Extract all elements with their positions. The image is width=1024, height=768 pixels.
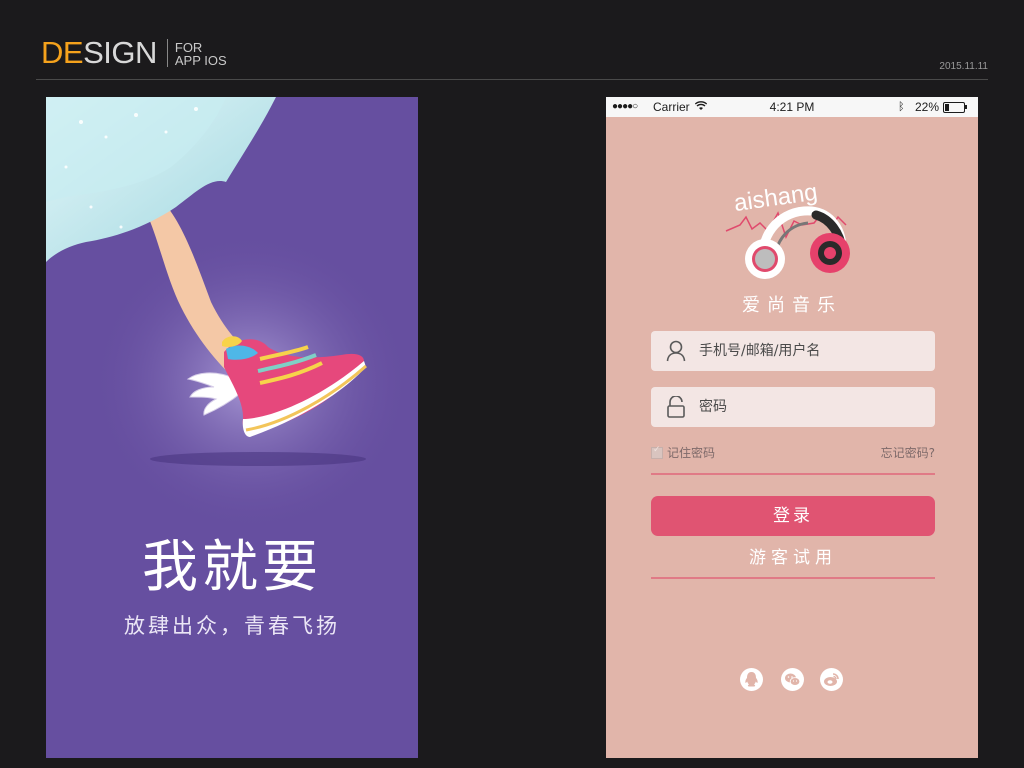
login-button[interactable]: 登录	[651, 496, 935, 536]
shoe-shadow	[150, 452, 366, 466]
social-login-bar	[606, 668, 978, 692]
bluetooth-icon: ᛒ	[898, 101, 905, 113]
user-icon	[666, 340, 686, 362]
username-field[interactable]: 手机号/邮箱/用户名	[651, 331, 935, 371]
brand-app-ios: APP IOS	[174, 53, 227, 68]
forgot-password-link[interactable]: 忘记密码?	[881, 444, 935, 461]
divider-line	[651, 473, 935, 475]
header-divider	[36, 79, 988, 80]
battery-icon	[943, 102, 965, 113]
login-screen: ●●●●○ Carrier 4:21 PM ᛒ 22% aishang 爱尚音乐…	[606, 97, 978, 758]
weibo-icon	[824, 673, 839, 686]
brand-de: DE	[41, 35, 84, 70]
date-label: 2015.11.11	[939, 61, 988, 72]
divider-line	[651, 577, 935, 579]
login-options: 记住密码 忘记密码?	[651, 444, 935, 464]
wechat-login-button[interactable]	[781, 668, 804, 691]
wechat-icon	[785, 673, 801, 686]
splash-subtitle: 放肆出众，青春飞扬	[124, 614, 340, 638]
app-name: 爱尚音乐	[742, 295, 842, 316]
lock-icon	[667, 396, 685, 418]
weibo-login-button[interactable]	[820, 668, 843, 691]
remember-password-label: 记住密码	[667, 446, 716, 460]
guest-trial-button[interactable]: 游客试用	[651, 545, 935, 571]
qq-icon	[745, 672, 758, 687]
checkbox-icon	[651, 445, 663, 459]
splash-illustration	[46, 97, 411, 532]
password-placeholder: 密码	[699, 399, 727, 415]
remember-password-checkbox[interactable]: 记住密码	[651, 444, 715, 461]
battery-tip	[965, 105, 967, 109]
username-placeholder: 手机号/邮箱/用户名	[699, 343, 821, 359]
password-field[interactable]: 密码	[651, 387, 935, 427]
status-bar: ●●●●○ Carrier 4:21 PM ᛒ 22%	[606, 97, 978, 117]
battery-percentage: 22%	[915, 100, 940, 114]
brand-subtitle: FOR APP IOS	[175, 41, 227, 67]
app-logo: aishang	[725, 179, 850, 279]
splash-screen: 我就要 放肆出众，青春飞扬	[46, 97, 418, 758]
qq-login-button[interactable]	[740, 668, 763, 691]
brand-logo: DE SIGN FOR APP IOS	[41, 36, 227, 70]
brand-sign: SIGN	[83, 35, 157, 70]
splash-title: 我就要	[142, 535, 322, 600]
brand-divider	[166, 39, 168, 67]
